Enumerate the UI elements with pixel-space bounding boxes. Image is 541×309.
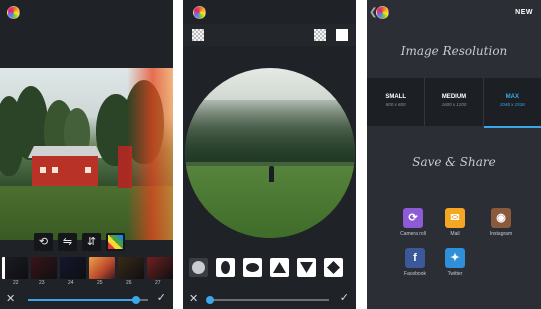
camera-roll-icon: ⟳ — [403, 208, 423, 228]
filter-number: 22 — [13, 280, 19, 286]
facebook-icon: f — [405, 248, 425, 268]
checkmark-icon[interactable]: ✓ — [340, 291, 349, 304]
filter-number: 23 — [39, 280, 45, 286]
diamond-icon[interactable] — [324, 258, 343, 277]
filter-number: 26 — [126, 280, 132, 286]
shapes-screen: ✕ ✓ — [183, 0, 356, 309]
color-wheel-icon[interactable] — [7, 6, 20, 19]
filter-number: 25 — [97, 280, 103, 286]
background-toolbar — [183, 24, 356, 46]
filter-thumbnail[interactable]: 26 — [118, 257, 144, 286]
resolution-name: MAX — [505, 94, 519, 100]
mail-icon: ✉ — [445, 208, 465, 228]
resolution-name: SMALL — [385, 94, 406, 100]
triangle-down-icon[interactable] — [297, 258, 316, 277]
resolution-name: MEDIUM — [441, 94, 467, 100]
image-resolution-title: Image Resolution — [400, 44, 508, 58]
circle-icon[interactable] — [189, 258, 208, 277]
resolution-option-max[interactable]: MAX 2048 x 1536 — [482, 78, 541, 128]
share-label: Twitter — [447, 271, 463, 277]
close-icon[interactable]: ✕ — [6, 292, 15, 305]
transparent-background-icon[interactable] — [192, 29, 204, 41]
save-share-title: Save & Share — [412, 155, 496, 169]
rotate-icon[interactable]: ⟲ — [34, 233, 53, 251]
resolution-option-small[interactable]: SMALL 800 x 600 — [367, 78, 424, 126]
circle-cropped-photo — [185, 68, 355, 238]
color-wheel-icon[interactable] — [376, 6, 389, 19]
share-mail[interactable]: ✉ Mail — [433, 208, 477, 237]
shape-size-row: ✕ ✓ — [183, 289, 356, 309]
filter-thumbnail[interactable]: 23 — [31, 257, 57, 286]
resolution-size: 2048 x 1536 — [499, 102, 525, 107]
filters-screen: ⟲ ⇋ ⇵ 22 23 24 25 26 27 ✕ ✓ — [0, 0, 173, 309]
share-facebook[interactable]: f Facebook — [393, 248, 437, 277]
filter-thumbnail[interactable]: 27 — [147, 257, 173, 286]
white-background-icon[interactable] — [336, 29, 348, 41]
filter-strip: 22 23 24 25 26 27 — [0, 257, 173, 286]
share-instagram[interactable]: ◉ Instagram — [479, 208, 523, 237]
filter-intensity-row: ✕ ✓ — [0, 289, 173, 309]
filter-number: 24 — [68, 280, 74, 286]
share-twitter[interactable]: ✦ Twitter — [433, 248, 477, 277]
palette-icon[interactable] — [106, 233, 125, 251]
resolution-size: 800 x 600 — [385, 102, 406, 107]
checkmark-icon[interactable]: ✓ — [157, 291, 166, 304]
close-icon[interactable]: ✕ — [189, 292, 198, 305]
share-camera-roll[interactable]: ⟳ Camera roll — [391, 208, 435, 237]
share-label: Instagram — [489, 231, 513, 237]
share-label: Camera roll — [400, 231, 426, 237]
oval-icon[interactable] — [216, 258, 235, 277]
ellipse-icon[interactable] — [243, 258, 262, 277]
resolution-option-medium[interactable]: MEDIUM 1600 x 1200 — [424, 78, 482, 126]
share-label: Mail — [450, 231, 460, 237]
resolution-selector: SMALL 800 x 600 MEDIUM 1600 x 1200 MAX 2… — [367, 78, 541, 128]
flip-vertical-icon[interactable]: ⇵ — [82, 233, 101, 251]
photo-preview — [0, 68, 173, 240]
share-label: Facebook — [404, 271, 426, 277]
intensity-slider-knob[interactable] — [132, 296, 140, 304]
resolution-size: 1600 x 1200 — [441, 102, 467, 107]
export-screen: ❮ NEW Image Resolution SMALL 800 x 600 M… — [367, 0, 541, 309]
filter-thumbnail[interactable]: 25 — [89, 257, 115, 286]
size-slider-track[interactable] — [208, 299, 329, 301]
twitter-icon: ✦ — [445, 248, 465, 268]
triangle-up-icon[interactable] — [270, 258, 289, 277]
intensity-slider-fill — [28, 299, 136, 301]
new-button[interactable]: NEW — [515, 9, 533, 16]
instagram-icon: ◉ — [491, 208, 511, 228]
filter-thumbnail[interactable]: 24 — [60, 257, 86, 286]
filter-thumbnail[interactable]: 22 — [2, 257, 28, 286]
flip-horizontal-icon[interactable]: ⇋ — [58, 233, 77, 251]
transparent-pattern-icon[interactable] — [314, 29, 326, 41]
shape-selector — [183, 258, 356, 280]
color-wheel-icon[interactable] — [193, 6, 206, 19]
size-slider-knob[interactable] — [206, 296, 215, 304]
filter-number: 27 — [155, 280, 161, 286]
